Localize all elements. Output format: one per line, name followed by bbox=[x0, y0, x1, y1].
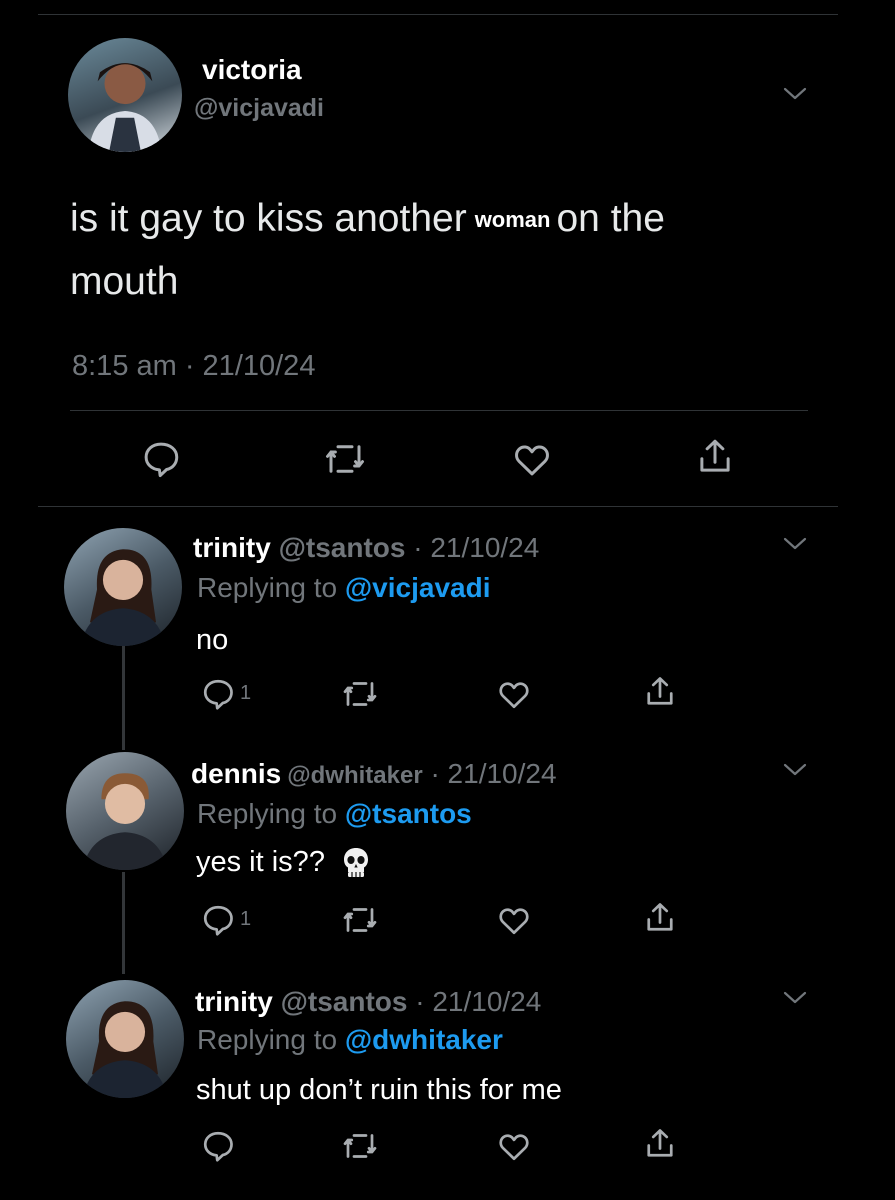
like-icon[interactable] bbox=[495, 676, 533, 712]
reply-text: shut up don’t ruin this for me bbox=[196, 1074, 562, 1106]
reply-text-row: yes it is?? bbox=[196, 846, 371, 879]
reply-date[interactable]: · 21/10/24 bbox=[430, 758, 556, 789]
skull-emoji bbox=[341, 846, 371, 877]
retweet-icon[interactable] bbox=[340, 676, 380, 712]
tweet-text-part1: is it gay to kiss another bbox=[70, 197, 467, 240]
like-icon[interactable] bbox=[510, 438, 554, 480]
chevron-down-icon[interactable] bbox=[782, 990, 808, 1006]
reply-icon[interactable] bbox=[140, 438, 182, 480]
author-name[interactable]: victoria bbox=[202, 54, 302, 86]
author-name[interactable]: trinity bbox=[193, 532, 271, 563]
chevron-down-icon[interactable] bbox=[782, 536, 808, 552]
mention-link[interactable]: @tsantos bbox=[345, 798, 472, 829]
reply-header: trinity @tsantos · 21/10/24 bbox=[193, 532, 539, 564]
reply-header: dennis @dwhitaker · 21/10/24 bbox=[191, 758, 557, 790]
author-handle[interactable]: @vicjavadi bbox=[194, 94, 324, 123]
share-icon[interactable] bbox=[642, 900, 678, 936]
reply-date[interactable]: · 21/10/24 bbox=[413, 532, 539, 563]
tweet-divider bbox=[70, 410, 808, 411]
thread-line bbox=[122, 646, 125, 750]
mention-link[interactable]: @vicjavadi bbox=[345, 572, 491, 603]
author-handle[interactable]: @tsantos bbox=[281, 986, 408, 1017]
reply-icon[interactable] bbox=[200, 902, 236, 938]
like-icon[interactable] bbox=[495, 1128, 533, 1164]
author-name[interactable]: dennis bbox=[191, 758, 281, 789]
reply-date[interactable]: · 21/10/24 bbox=[415, 986, 541, 1017]
reply-text: no bbox=[196, 624, 229, 656]
replying-to: Replying to @tsantos bbox=[197, 798, 472, 830]
retweet-icon[interactable] bbox=[322, 438, 368, 480]
section-divider bbox=[38, 506, 838, 507]
author-name[interactable]: trinity bbox=[195, 986, 273, 1017]
share-icon[interactable] bbox=[642, 1126, 678, 1162]
chevron-down-icon[interactable] bbox=[782, 86, 808, 102]
reply-header: trinity @tsantos · 21/10/24 bbox=[195, 986, 541, 1018]
replying-to: Replying to @dwhitaker bbox=[197, 1024, 503, 1056]
reply-icon[interactable] bbox=[200, 676, 236, 712]
retweet-icon[interactable] bbox=[340, 902, 380, 938]
avatar[interactable] bbox=[64, 528, 182, 646]
replying-to: Replying to @vicjavadi bbox=[197, 572, 490, 604]
tweet-timestamp[interactable]: 8:15 am · 21/10/24 bbox=[72, 350, 315, 383]
share-icon[interactable] bbox=[642, 674, 678, 710]
share-icon[interactable] bbox=[694, 436, 736, 478]
thread-line bbox=[122, 872, 125, 974]
top-divider bbox=[38, 14, 838, 15]
avatar[interactable] bbox=[66, 980, 184, 1098]
replying-label: Replying to bbox=[197, 798, 338, 829]
retweet-icon[interactable] bbox=[340, 1128, 380, 1164]
reply-count: 1 bbox=[240, 908, 252, 930]
tweet-text-line2: mouth bbox=[70, 260, 179, 303]
author-handle[interactable]: @tsantos bbox=[279, 532, 406, 563]
reply-text: yes it is?? bbox=[196, 846, 325, 878]
tweet-text: is it gay to kiss another woman on the mou… bbox=[70, 188, 830, 313]
mention-link[interactable]: @dwhitaker bbox=[345, 1024, 503, 1055]
like-icon[interactable] bbox=[495, 902, 533, 938]
avatar[interactable] bbox=[66, 752, 184, 870]
author-handle[interactable]: @dwhitaker bbox=[287, 762, 422, 789]
tweet-text-highlight: woman bbox=[474, 207, 551, 232]
replying-label: Replying to bbox=[197, 572, 338, 603]
replying-label: Replying to bbox=[197, 1024, 338, 1055]
tweet-text-part2: on the bbox=[556, 197, 665, 240]
reply-icon[interactable] bbox=[200, 1128, 236, 1164]
avatar[interactable] bbox=[68, 38, 182, 152]
reply-count: 1 bbox=[240, 682, 252, 704]
chevron-down-icon[interactable] bbox=[782, 762, 808, 778]
